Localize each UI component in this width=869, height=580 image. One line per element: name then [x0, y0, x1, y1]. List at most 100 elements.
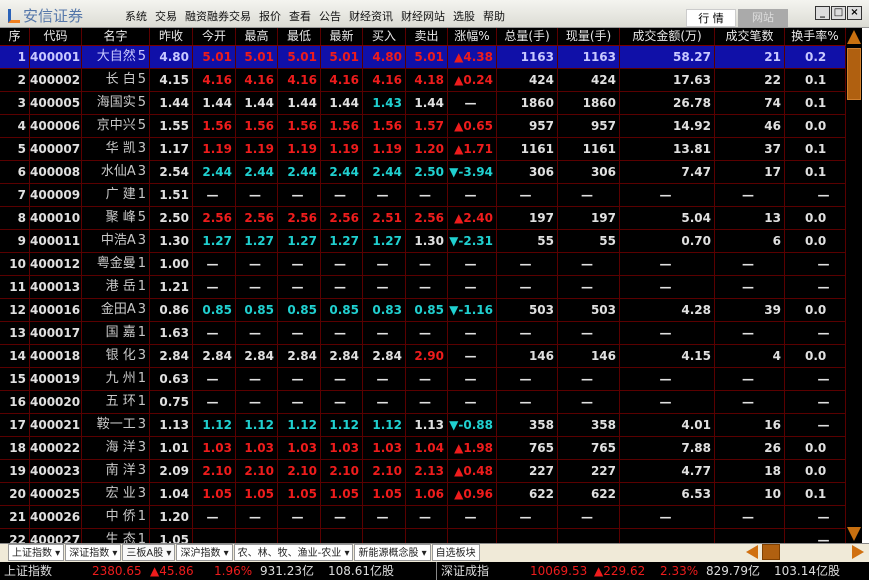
cell-trades: 6: [715, 230, 785, 252]
cell-ask: —: [406, 276, 448, 298]
table-row[interactable]: 5 400007 华 凯 3 1.17 1.19 1.19 1.19 1.19 1.19 1.20 ▲…: [0, 138, 846, 161]
menu-item[interactable]: 交易: [155, 8, 177, 24]
column-header-ask[interactable]: 卖出: [406, 28, 448, 45]
cell-total-volume: 503: [497, 299, 558, 321]
cell-low: —: [278, 391, 321, 413]
tab-website[interactable]: 网站: [738, 9, 788, 27]
table-row[interactable]: 4 400006 京中兴 5 1.55 1.56 1.56 1.56 1.56 1.56 1.57 ▲…: [0, 115, 846, 138]
cell-last: 5.01: [321, 46, 363, 68]
stock-name: 聚 峰: [105, 210, 136, 225]
stock-flag: 5: [137, 49, 146, 64]
menu-item[interactable]: 查看: [289, 8, 311, 24]
sh-index-name: 上证指数: [4, 564, 53, 578]
table-row[interactable]: 6 400008 水仙A 3 2.54 2.44 2.44 2.44 2.44 2.44 2.50 ▼…: [0, 161, 846, 184]
cell-name: 海 洋3: [82, 437, 150, 459]
minimize-icon[interactable]: _: [815, 6, 830, 20]
column-header-high[interactable]: 最高: [236, 28, 278, 45]
table-row[interactable]: 19 400023 南 洋 3 2.09 2.10 2.10 2.10 2.10 2.10 2.13…: [0, 460, 846, 483]
cell-total-volume: —: [497, 506, 558, 528]
table-row[interactable]: 10 400012 粤金曼 1 1.00— — — — — — — — — — — —: [0, 253, 846, 276]
table-row[interactable]: 7 400009 广 建 1 1.51— — — — — — — — — — — —: [0, 184, 846, 207]
scroll-up-icon[interactable]: [847, 30, 861, 44]
sector-tab[interactable]: 三板A股 ▾: [122, 544, 176, 561]
cell-current-volume: 358: [558, 414, 620, 436]
column-header-turnover[interactable]: 换手率%: [785, 28, 846, 45]
stock-flag: 3: [137, 463, 146, 478]
scroll-left-icon[interactable]: [746, 545, 758, 559]
menu-item[interactable]: 帮助: [483, 8, 505, 24]
cell-trades: 10: [715, 483, 785, 505]
scroll-right-icon[interactable]: [852, 545, 864, 559]
table-row[interactable]: 2 400002 长 白 5 4.15 4.16 4.16 4.16 4.16 4.16 4.18 ▲…: [0, 69, 846, 92]
vertical-scrollbar[interactable]: [846, 28, 862, 543]
cell-trades: 17: [715, 161, 785, 183]
cell-code: 400007: [30, 138, 82, 160]
hscroll-thumb[interactable]: [762, 544, 780, 560]
table-row[interactable]: 20 400025 宏 业 3 1.04 1.05 1.05 1.05 1.05 1.05 1.06…: [0, 483, 846, 506]
sector-tab[interactable]: 自选板块: [431, 544, 480, 561]
horizontal-scrollbar[interactable]: [746, 544, 864, 560]
column-header-open[interactable]: 今开: [193, 28, 236, 45]
column-header-name[interactable]: 名字: [82, 28, 150, 45]
table-row[interactable]: 22 400027 生 态 1 1.05—: [0, 529, 846, 543]
sector-tab[interactable]: 深证指数 ▾: [65, 544, 122, 561]
cell-prev-close: 1.63: [150, 322, 193, 344]
table-row[interactable]: 9 400011 中浩A 3 1.30 1.27 1.27 1.27 1.27 1.27 1.30 ▼…: [0, 230, 846, 253]
table-row[interactable]: 17 400021 鞍一工 3 1.13 1.12 1.12 1.12 1.12 1.12 1.13…: [0, 414, 846, 437]
column-header-total-volume[interactable]: 总量(手): [497, 28, 558, 45]
sector-tab[interactable]: 新能源概念股 ▾: [354, 544, 431, 561]
cell-total-volume: 55: [497, 230, 558, 252]
column-header-low[interactable]: 最低: [278, 28, 321, 45]
table-row[interactable]: 21 400026 中 侨 1 1.20— — — — — — — — — — — —: [0, 506, 846, 529]
table-row[interactable]: 15 400019 九 州 1 0.63— — — — — — — — — — — —: [0, 368, 846, 391]
cell-trades: —: [715, 506, 785, 528]
menu-item[interactable]: 融资融券交易: [185, 8, 251, 24]
cell-current-volume: 306: [558, 161, 620, 183]
cell-current-volume: [558, 529, 620, 543]
column-header-amount[interactable]: 成交金额(万): [620, 28, 715, 45]
table-row[interactable]: 12 400016 金田A 3 0.86 0.85 0.85 0.85 0.85 0.83 0.85…: [0, 299, 846, 322]
sector-tab[interactable]: 深沪指数 ▾: [176, 544, 233, 561]
column-header-last[interactable]: 最新: [321, 28, 363, 45]
table-header: 序代码 名字 昨收 今开 最高 最低 最新 买入 卖出 涨幅% 总量(手) 现量(手) 成交金额(万) 成…: [0, 28, 846, 46]
column-header-seq[interactable]: 序: [0, 28, 30, 45]
tab-quotes[interactable]: 行 情: [686, 9, 736, 27]
stock-flag: 1: [137, 279, 146, 294]
table-row[interactable]: 18 400022 海 洋 3 1.01 1.03 1.03 1.03 1.03 1.03 1.04…: [0, 437, 846, 460]
menu-item[interactable]: 财经网站: [401, 8, 445, 24]
cell-trades: 26: [715, 437, 785, 459]
menu-item[interactable]: 财经资讯: [349, 8, 393, 24]
table-row[interactable]: 13 400017 国 嘉 1 1.63— — — — — — — — — — — —: [0, 322, 846, 345]
column-header-current-volume[interactable]: 现量(手): [558, 28, 620, 45]
column-header-prev-close[interactable]: 昨收: [150, 28, 193, 45]
table-row[interactable]: 1 400001 大自然 5 4.80 5.01 5.01 5.01 5.01 4.80 5.01 ▲…: [0, 46, 846, 69]
cell-ask: —: [406, 253, 448, 275]
column-header-bid[interactable]: 买入: [363, 28, 406, 45]
column-header-trades[interactable]: 成交笔数: [715, 28, 785, 45]
cell-last: 2.10: [321, 460, 363, 482]
column-header-code[interactable]: 代码: [30, 28, 82, 45]
cell-low: 0.85: [278, 299, 321, 321]
cell-trades: —: [715, 391, 785, 413]
table-row[interactable]: 3 400005 海国实 5 1.44 1.44 1.44 1.44 1.44 1.43 1.44—…: [0, 92, 846, 115]
cell-prev-close: 0.75: [150, 391, 193, 413]
cell-seq: 22: [0, 529, 30, 543]
cell-ask: —: [406, 506, 448, 528]
sector-tab[interactable]: 上证指数 ▾: [8, 544, 65, 561]
scroll-thumb[interactable]: [847, 48, 861, 100]
table-row[interactable]: 16 400020 五 环 1 0.75— — — — — — — — — — — —: [0, 391, 846, 414]
close-icon[interactable]: ×: [847, 6, 862, 20]
maximize-icon[interactable]: □: [831, 6, 846, 20]
menu-item[interactable]: 系统: [125, 8, 147, 24]
menu-item[interactable]: 公告: [319, 8, 341, 24]
table-row[interactable]: 14 400018 银 化 3 2.84 2.84 2.84 2.84 2.84 2.84 2.90…: [0, 345, 846, 368]
scroll-down-icon[interactable]: [847, 527, 861, 541]
cell-prev-close: 2.84: [150, 345, 193, 367]
table-row[interactable]: 8 400010 聚 峰 5 2.50 2.56 2.56 2.56 2.56 2.51 2.56 ▲…: [0, 207, 846, 230]
table-row[interactable]: 11 400013 港 岳 1 1.21— — — — — — — — — — — —: [0, 276, 846, 299]
menu-item[interactable]: 选股: [453, 8, 475, 24]
column-header-change-pct[interactable]: 涨幅%: [448, 28, 497, 45]
stock-name: 华 凯: [105, 141, 136, 156]
sector-tab[interactable]: 农、林、牧、渔业-农业 ▾: [233, 544, 354, 561]
menu-item[interactable]: 报价: [259, 8, 281, 24]
